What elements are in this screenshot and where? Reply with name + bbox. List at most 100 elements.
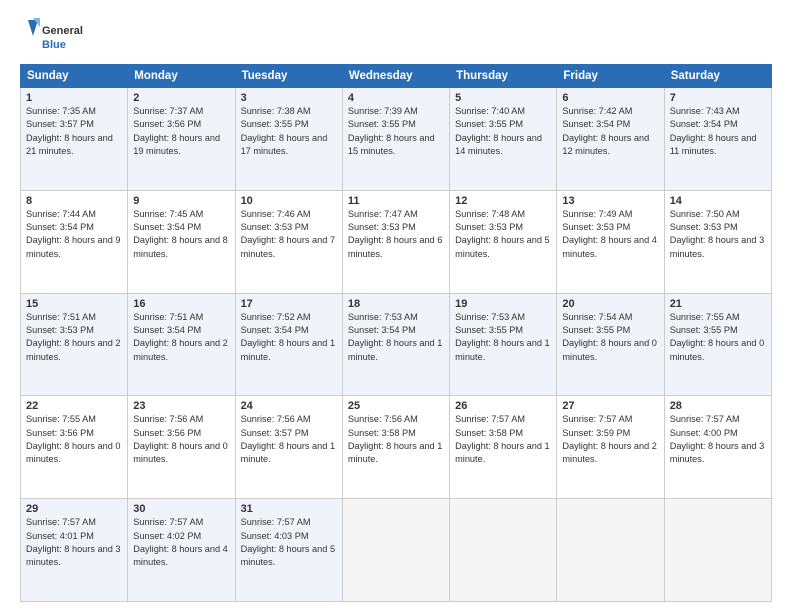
- day-info: Sunrise: 7:57 AM Sunset: 3:58 PM Dayligh…: [455, 413, 551, 466]
- sunset: Sunset: 3:55 PM: [241, 119, 309, 129]
- daylight: Daylight: 8 hours and 2 minutes.: [26, 338, 121, 361]
- sunset: Sunset: 3:54 PM: [348, 325, 416, 335]
- day-info: Sunrise: 7:56 AM Sunset: 3:58 PM Dayligh…: [348, 413, 444, 466]
- col-header-wednesday: Wednesday: [342, 65, 449, 88]
- day-cell: 2 Sunrise: 7:37 AM Sunset: 3:56 PM Dayli…: [128, 88, 235, 191]
- day-number: 10: [241, 195, 337, 207]
- sunset: Sunset: 3:53 PM: [455, 222, 523, 232]
- logo: General Blue: [20, 18, 90, 56]
- daylight: Daylight: 8 hours and 5 minutes.: [241, 544, 336, 567]
- day-info: Sunrise: 7:49 AM Sunset: 3:53 PM Dayligh…: [562, 208, 658, 261]
- col-header-monday: Monday: [128, 65, 235, 88]
- day-cell: [557, 499, 664, 602]
- day-number: 31: [241, 503, 337, 515]
- sunset: Sunset: 3:54 PM: [670, 119, 738, 129]
- day-info: Sunrise: 7:43 AM Sunset: 3:54 PM Dayligh…: [670, 105, 766, 158]
- day-number: 4: [348, 92, 444, 104]
- sunset: Sunset: 3:55 PM: [670, 325, 738, 335]
- day-cell: 24 Sunrise: 7:56 AM Sunset: 3:57 PM Dayl…: [235, 396, 342, 499]
- day-info: Sunrise: 7:57 AM Sunset: 4:01 PM Dayligh…: [26, 516, 122, 569]
- sunrise: Sunrise: 7:53 AM: [455, 312, 525, 322]
- day-cell: 11 Sunrise: 7:47 AM Sunset: 3:53 PM Dayl…: [342, 190, 449, 293]
- daylight: Daylight: 8 hours and 7 minutes.: [241, 235, 336, 258]
- day-info: Sunrise: 7:57 AM Sunset: 3:59 PM Dayligh…: [562, 413, 658, 466]
- daylight: Daylight: 8 hours and 4 minutes.: [133, 544, 228, 567]
- day-cell: 16 Sunrise: 7:51 AM Sunset: 3:54 PM Dayl…: [128, 293, 235, 396]
- day-info: Sunrise: 7:45 AM Sunset: 3:54 PM Dayligh…: [133, 208, 229, 261]
- col-header-sunday: Sunday: [21, 65, 128, 88]
- week-row-1: 1 Sunrise: 7:35 AM Sunset: 3:57 PM Dayli…: [21, 88, 772, 191]
- day-cell: 28 Sunrise: 7:57 AM Sunset: 4:00 PM Dayl…: [664, 396, 771, 499]
- day-info: Sunrise: 7:57 AM Sunset: 4:03 PM Dayligh…: [241, 516, 337, 569]
- day-number: 22: [26, 400, 122, 412]
- sunrise: Sunrise: 7:37 AM: [133, 106, 203, 116]
- sunrise: Sunrise: 7:55 AM: [670, 312, 740, 322]
- daylight: Daylight: 8 hours and 1 minute.: [455, 441, 550, 464]
- day-info: Sunrise: 7:56 AM Sunset: 3:56 PM Dayligh…: [133, 413, 229, 466]
- daylight: Daylight: 8 hours and 0 minutes.: [133, 441, 228, 464]
- daylight: Daylight: 8 hours and 15 minutes.: [348, 133, 435, 156]
- day-cell: 8 Sunrise: 7:44 AM Sunset: 3:54 PM Dayli…: [21, 190, 128, 293]
- daylight: Daylight: 8 hours and 0 minutes.: [562, 338, 657, 361]
- day-number: 5: [455, 92, 551, 104]
- sunrise: Sunrise: 7:39 AM: [348, 106, 418, 116]
- day-info: Sunrise: 7:57 AM Sunset: 4:00 PM Dayligh…: [670, 413, 766, 466]
- day-cell: 22 Sunrise: 7:55 AM Sunset: 3:56 PM Dayl…: [21, 396, 128, 499]
- daylight: Daylight: 8 hours and 21 minutes.: [26, 133, 113, 156]
- sunset: Sunset: 3:58 PM: [455, 428, 523, 438]
- daylight: Daylight: 8 hours and 3 minutes.: [670, 235, 765, 258]
- daylight: Daylight: 8 hours and 4 minutes.: [562, 235, 657, 258]
- sunset: Sunset: 3:53 PM: [26, 325, 94, 335]
- day-cell: [664, 499, 771, 602]
- col-header-saturday: Saturday: [664, 65, 771, 88]
- day-cell: 4 Sunrise: 7:39 AM Sunset: 3:55 PM Dayli…: [342, 88, 449, 191]
- day-number: 26: [455, 400, 551, 412]
- day-cell: 10 Sunrise: 7:46 AM Sunset: 3:53 PM Dayl…: [235, 190, 342, 293]
- sunset: Sunset: 3:53 PM: [562, 222, 630, 232]
- day-info: Sunrise: 7:38 AM Sunset: 3:55 PM Dayligh…: [241, 105, 337, 158]
- sunset: Sunset: 3:54 PM: [562, 119, 630, 129]
- sunrise: Sunrise: 7:54 AM: [562, 312, 632, 322]
- day-number: 30: [133, 503, 229, 515]
- sunrise: Sunrise: 7:56 AM: [348, 414, 418, 424]
- day-cell: 5 Sunrise: 7:40 AM Sunset: 3:55 PM Dayli…: [450, 88, 557, 191]
- day-cell: [450, 499, 557, 602]
- day-info: Sunrise: 7:47 AM Sunset: 3:53 PM Dayligh…: [348, 208, 444, 261]
- day-info: Sunrise: 7:50 AM Sunset: 3:53 PM Dayligh…: [670, 208, 766, 261]
- sunrise: Sunrise: 7:56 AM: [241, 414, 311, 424]
- day-cell: 30 Sunrise: 7:57 AM Sunset: 4:02 PM Dayl…: [128, 499, 235, 602]
- sunset: Sunset: 3:55 PM: [455, 119, 523, 129]
- daylight: Daylight: 8 hours and 1 minute.: [348, 441, 443, 464]
- day-info: Sunrise: 7:51 AM Sunset: 3:53 PM Dayligh…: [26, 311, 122, 364]
- day-number: 24: [241, 400, 337, 412]
- sunset: Sunset: 3:53 PM: [670, 222, 738, 232]
- day-number: 28: [670, 400, 766, 412]
- sunset: Sunset: 3:56 PM: [133, 119, 201, 129]
- sunrise: Sunrise: 7:42 AM: [562, 106, 632, 116]
- sunset: Sunset: 3:57 PM: [241, 428, 309, 438]
- day-number: 21: [670, 298, 766, 310]
- day-number: 25: [348, 400, 444, 412]
- week-row-3: 15 Sunrise: 7:51 AM Sunset: 3:53 PM Dayl…: [21, 293, 772, 396]
- sunrise: Sunrise: 7:35 AM: [26, 106, 96, 116]
- daylight: Daylight: 8 hours and 1 minute.: [348, 338, 443, 361]
- daylight: Daylight: 8 hours and 0 minutes.: [26, 441, 121, 464]
- day-number: 9: [133, 195, 229, 207]
- day-info: Sunrise: 7:39 AM Sunset: 3:55 PM Dayligh…: [348, 105, 444, 158]
- sunrise: Sunrise: 7:53 AM: [348, 312, 418, 322]
- sunset: Sunset: 3:55 PM: [348, 119, 416, 129]
- daylight: Daylight: 8 hours and 11 minutes.: [670, 133, 757, 156]
- sunrise: Sunrise: 7:57 AM: [26, 517, 96, 527]
- sunrise: Sunrise: 7:38 AM: [241, 106, 311, 116]
- sunrise: Sunrise: 7:55 AM: [26, 414, 96, 424]
- day-info: Sunrise: 7:53 AM Sunset: 3:54 PM Dayligh…: [348, 311, 444, 364]
- sunrise: Sunrise: 7:44 AM: [26, 209, 96, 219]
- sunrise: Sunrise: 7:47 AM: [348, 209, 418, 219]
- header-row: SundayMondayTuesdayWednesdayThursdayFrid…: [21, 65, 772, 88]
- col-header-friday: Friday: [557, 65, 664, 88]
- sunrise: Sunrise: 7:46 AM: [241, 209, 311, 219]
- day-info: Sunrise: 7:35 AM Sunset: 3:57 PM Dayligh…: [26, 105, 122, 158]
- day-cell: 3 Sunrise: 7:38 AM Sunset: 3:55 PM Dayli…: [235, 88, 342, 191]
- col-header-thursday: Thursday: [450, 65, 557, 88]
- day-cell: 19 Sunrise: 7:53 AM Sunset: 3:55 PM Dayl…: [450, 293, 557, 396]
